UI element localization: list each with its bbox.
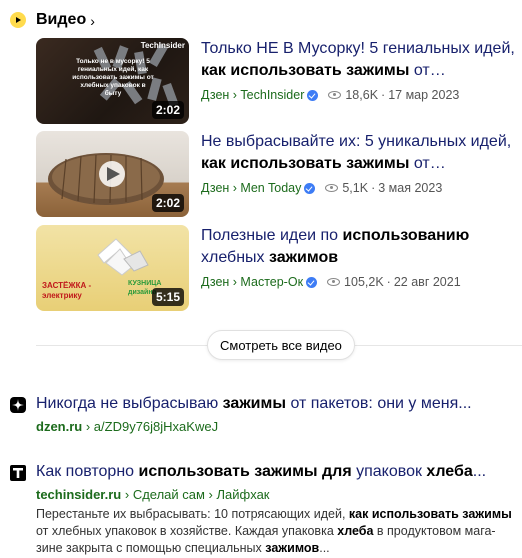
video-title[interactable]: Не выбрасывайте их: 5 уникальных идей, к… — [201, 131, 516, 175]
video-thumbnail[interactable]: 2:02 — [36, 131, 189, 217]
view-count: 105,2K — [344, 275, 384, 289]
result-title-link[interactable]: Как повторно использовать зажимы для упа… — [36, 462, 515, 482]
video-duration: 2:02 — [151, 101, 184, 119]
thumbnail-caption: ЗАСТЁЖКА - электрику — [42, 281, 92, 300]
video-source[interactable]: Дзен › Men Today — [201, 181, 301, 195]
video-source[interactable]: Дзен › TechInsider — [201, 88, 304, 102]
view-count: 18,6K — [345, 88, 379, 102]
video-block-title[interactable]: Видео — [36, 11, 86, 29]
video-item[interactable]: 2:02 Не выбрасывайте их: 5 уникальных ид… — [36, 131, 516, 217]
video-meta: Дзен › Men Today 5,1K · 3 мая 2023 — [201, 181, 443, 195]
video-thumbnail[interactable]: ЗАСТЁЖКА - электрику КУЗНИЦА дизайна 5:1… — [36, 225, 189, 311]
result-url[interactable]: techinsider.ru › Сделай сам › Лайфхак — [36, 487, 515, 502]
video-date: 3 мая 2023 — [378, 181, 443, 195]
search-result: Никогда не выбрасываю зажимы от пакетов:… — [10, 394, 515, 434]
eye-icon — [328, 91, 342, 99]
thumbnail-caption: Только не в мусорку! 5 гениальных идей, … — [72, 58, 154, 97]
result-snippet: Перестаньте их выбрасывать: 10 потрясающ… — [36, 507, 512, 555]
view-count: 5,1K — [342, 181, 369, 195]
verified-icon — [307, 89, 319, 101]
video-duration: 2:02 — [151, 194, 184, 212]
techinsider-icon — [10, 465, 26, 481]
verified-icon — [306, 276, 318, 288]
show-all-videos-button[interactable]: Смотреть все видео — [207, 330, 355, 360]
dzen-icon — [10, 397, 26, 413]
eye-icon — [325, 184, 339, 192]
video-item[interactable]: TechInsider Только не в мусорку! 5 гениа… — [36, 38, 516, 124]
video-title[interactable]: Полезные идеи по использованию хлебных з… — [201, 225, 516, 269]
verified-icon — [304, 182, 316, 194]
video-meta: Дзен › Мастер-Ок 105,2K · 22 авг 2021 — [201, 275, 461, 289]
video-date: 22 авг 2021 — [393, 275, 461, 289]
search-result: Как повторно использовать зажимы для упа… — [10, 462, 515, 557]
result-title-link[interactable]: Никогда не выбрасываю зажимы от пакетов:… — [36, 394, 515, 414]
video-source[interactable]: Дзен › Мастер-Ок — [201, 275, 303, 289]
video-duration: 5:15 — [151, 288, 184, 306]
chevron-right-icon: › — [90, 12, 95, 29]
eye-icon — [327, 278, 341, 286]
video-thumbnail[interactable]: TechInsider Только не в мусорку! 5 гениа… — [36, 38, 189, 124]
video-meta: Дзен › TechInsider 18,6K · 17 мар 2023 — [201, 88, 460, 102]
video-item[interactable]: ЗАСТЁЖКА - электрику КУЗНИЦА дизайна 5:1… — [36, 225, 516, 311]
thumbnail-brand: TechInsider — [140, 41, 185, 50]
video-play-icon — [10, 12, 26, 28]
video-date: 17 мар 2023 — [388, 88, 460, 102]
result-url[interactable]: dzen.ru › a/ZD9y76j8jHxaKweJ — [36, 419, 515, 434]
video-title[interactable]: Только НЕ В Мусорку! 5 гениальных идей, … — [201, 38, 516, 82]
video-block-header[interactable]: Видео › — [10, 10, 95, 30]
